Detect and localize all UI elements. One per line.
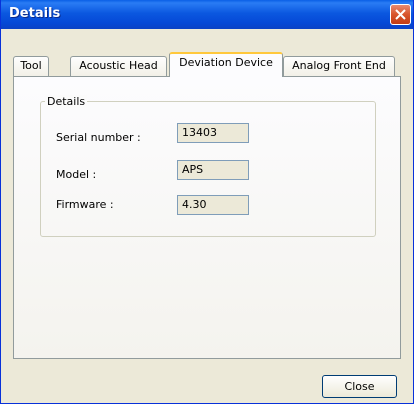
tab-tool[interactable]: Tool xyxy=(13,56,49,76)
tab-panel: Details Serial number : 13403 Model : AP… xyxy=(13,76,401,359)
title-bar[interactable]: Details xyxy=(1,0,413,29)
tab-strip: Tool Acoustic Head Deviation Device Anal… xyxy=(1,52,413,77)
serial-number-label: Serial number : xyxy=(56,131,141,144)
firmware-value: 4.30 xyxy=(177,195,249,215)
firmware-label: Firmware : xyxy=(56,198,114,211)
tab-acoustic-head[interactable]: Acoustic Head xyxy=(70,56,167,76)
serial-number-value: 13403 xyxy=(177,123,249,143)
tab-deviation-device[interactable]: Deviation Device xyxy=(169,52,283,77)
details-group-title: Details xyxy=(45,95,88,108)
model-label: Model : xyxy=(56,168,97,181)
model-value: APS xyxy=(177,160,249,180)
window-close-button[interactable] xyxy=(390,4,411,25)
window-title: Details xyxy=(9,6,61,21)
close-button[interactable]: Close xyxy=(322,375,397,398)
tab-analog-front-end[interactable]: Analog Front End xyxy=(283,56,395,76)
details-window: Details Tool Acoustic Head Deviation Dev… xyxy=(0,0,414,404)
close-icon xyxy=(395,9,406,20)
